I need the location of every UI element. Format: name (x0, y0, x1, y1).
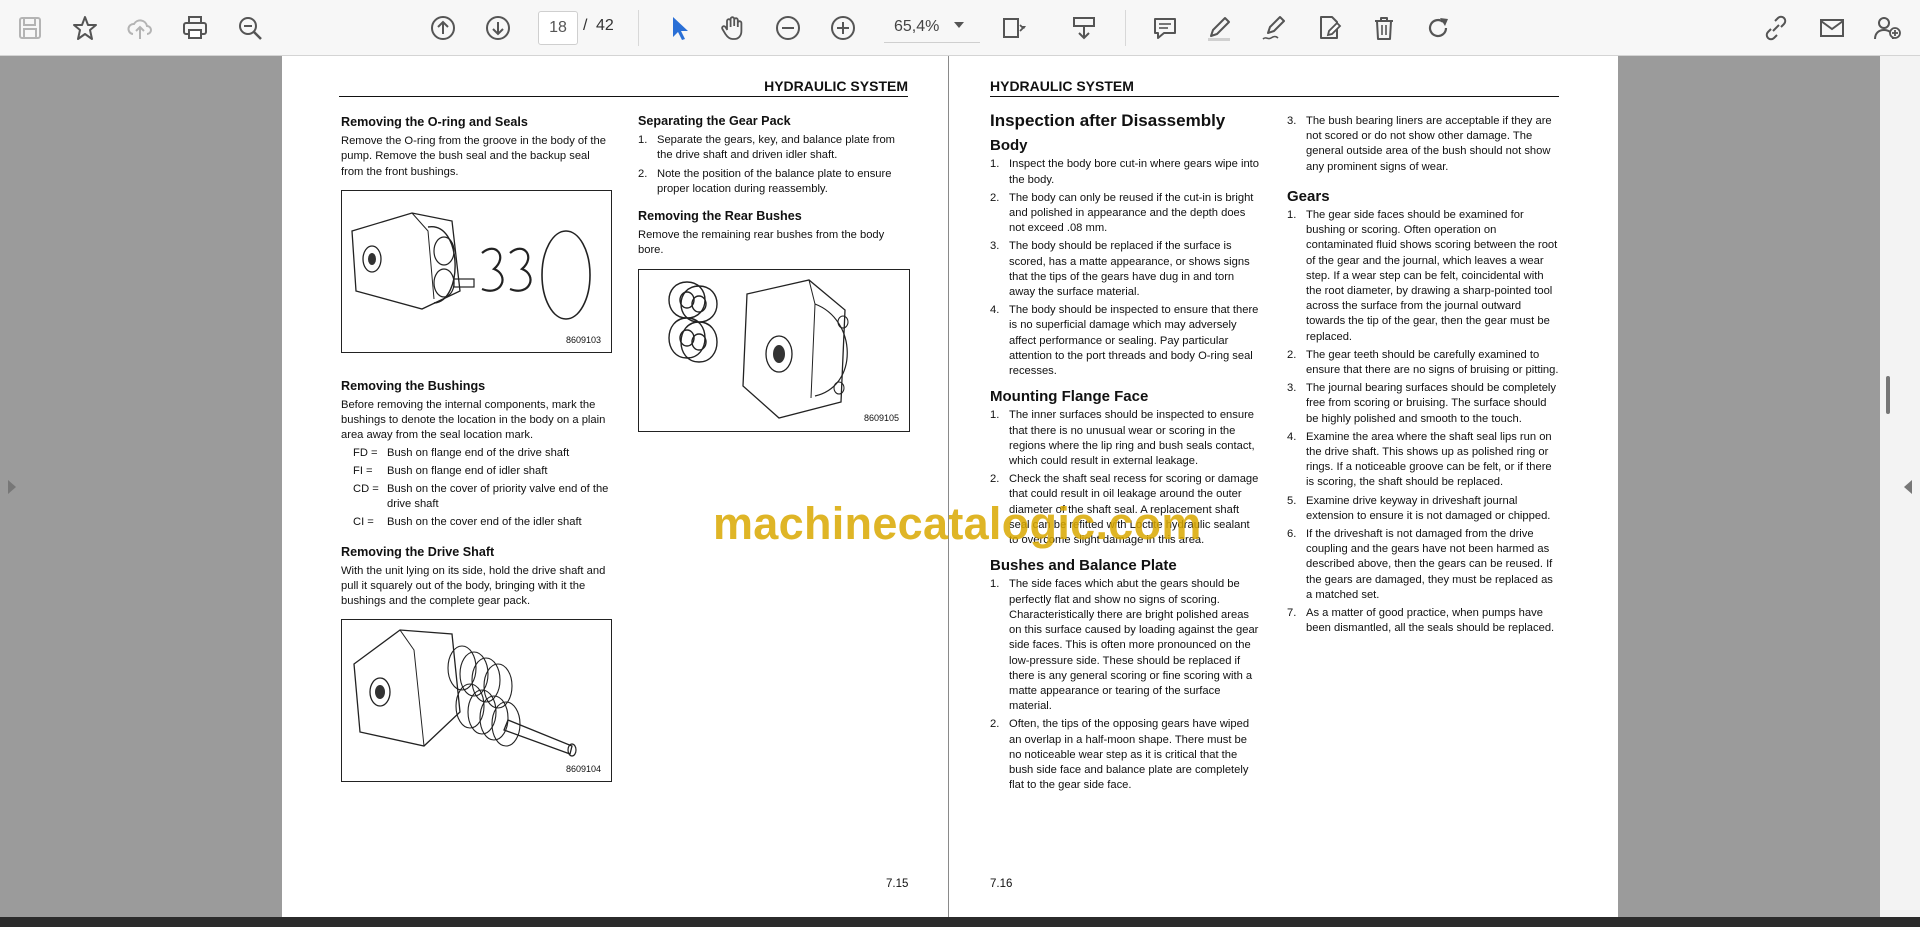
list-item: 2. The body can only be reused if the cut… (990, 191, 1254, 235)
save-icon[interactable] (10, 8, 50, 48)
vertical-scrollbar[interactable] (1880, 56, 1920, 917)
page-down-icon[interactable] (478, 8, 518, 48)
page-number-input[interactable]: 18 (538, 11, 578, 45)
list-item: 4. The body should be inspected to ensure… (990, 304, 1259, 378)
left-panel-toggle-icon[interactable] (8, 480, 16, 494)
running-header: HYDRAULIC SYSTEM (990, 78, 1559, 97)
edit-document-icon[interactable] (1309, 8, 1349, 48)
page-total: 42 (596, 17, 614, 34)
page-up-icon[interactable] (423, 8, 463, 48)
list-item: 2. Note the position of the balance plate… (638, 167, 892, 195)
paragraph: With the unit lying on its side, hold th… (341, 564, 606, 608)
numbered-list: 1. Separate the gears, key, and balance p… (638, 133, 908, 197)
section-title: Removing the Rear Bushes (638, 209, 802, 224)
left-page-column-1: Removing the O-ring and Seals Remove the… (341, 115, 613, 808)
zoom-search-icon[interactable] (230, 8, 270, 48)
viewer-margin-right (1618, 56, 1880, 917)
section-title: Body (990, 137, 1028, 155)
list-item: 1. The gear side faces should be examined… (1287, 209, 1558, 343)
figure-oring-seals: 8609103 (341, 189, 612, 353)
document-viewer[interactable]: HYDRAULIC SYSTEM Removing the O-ring and… (0, 56, 1920, 917)
list-item: FI = Bush on flange end of idler shaft (353, 464, 548, 477)
fit-page-icon[interactable] (993, 8, 1033, 48)
select-pointer-icon[interactable] (659, 8, 699, 48)
scrollbar-thumb[interactable] (1886, 376, 1890, 414)
main-title: Inspection after Disassembly (990, 111, 1226, 130)
pen-icon[interactable] (1199, 8, 1239, 48)
section-title: Removing the O-ring and Seals (341, 115, 528, 129)
paragraph: Before removing the internal components,… (341, 399, 606, 442)
numbered-list: 3. The bush bearing liners are acceptable… (1287, 114, 1559, 175)
section-title: Removing the Bushings (341, 378, 486, 393)
right-panel-toggle-icon[interactable] (1904, 480, 1912, 494)
comment-icon[interactable] (1145, 8, 1185, 48)
list-item: 2. Often, the tips of the opposing gears … (990, 718, 1250, 792)
watermark-text: machinecatalogic.com (713, 498, 1202, 549)
zoom-out-icon[interactable] (768, 8, 808, 48)
right-page-column-1: Inspection after Disassembly Body 1. Insp… (990, 111, 1262, 803)
sign-icon[interactable] (1254, 8, 1294, 48)
delete-icon[interactable] (1364, 8, 1404, 48)
list-item: 4. Examine the area where the shaft seal … (1287, 430, 1552, 489)
list-item: CD = Bush on the cover of priority valve … (353, 483, 609, 511)
bookmark-star-icon[interactable] (65, 8, 105, 48)
taskbar-strip (0, 917, 1920, 927)
zoom-in-icon[interactable] (823, 8, 863, 48)
section-title: Removing the Drive Shaft (341, 544, 495, 559)
list-item: 3. The journal bearing surfaces should be… (1287, 382, 1556, 425)
list-item: CI = Bush on the cover end of the idler s… (353, 516, 582, 529)
email-icon[interactable] (1812, 8, 1852, 48)
list-item: 6. If the driveshaft is not damaged from … (1287, 528, 1553, 601)
chevron-down-icon[interactable] (954, 22, 964, 28)
cloud-upload-icon[interactable] (120, 8, 160, 48)
figure-code: 8609105 (863, 413, 899, 424)
section-title: Separating the Gear Pack (638, 114, 791, 128)
share-link-icon[interactable] (1756, 8, 1796, 48)
list-item: 2. The gear teeth should be carefully exa… (1287, 348, 1559, 377)
figure-drive-shaft: 8609104 (341, 619, 612, 783)
page-separator: / (583, 17, 588, 34)
add-user-icon[interactable] (1867, 8, 1907, 48)
viewer-margin-left (0, 56, 282, 917)
numbered-list: 1. The gear side faces should be examined… (1287, 208, 1559, 636)
page-7-16: HYDRAULIC SYSTEM Inspection after Disass… (949, 56, 1618, 917)
list-item: 1. The inner surfaces should be inspected… (990, 409, 1255, 468)
list-item: FD = Bush on flange end of the drive shaf… (353, 446, 570, 459)
redo-icon[interactable] (1418, 8, 1458, 48)
hand-pan-icon[interactable] (713, 8, 753, 48)
list-item: 3. The bush bearing liners are acceptable… (1287, 115, 1552, 173)
page-7-15: HYDRAULIC SYSTEM Removing the O-ring and… (282, 56, 948, 917)
pdf-toolbar: 18 / 42 65,4% (0, 0, 1920, 56)
section-title: Bushes and Balance Plate (990, 557, 1177, 575)
figure-code: 8609104 (565, 764, 601, 775)
numbered-list: 1. The side faces which abut the gears sh… (990, 577, 1262, 793)
left-page-column-2: Separating the Gear Pack 1. Separate the … (638, 114, 910, 458)
figure-rear-bushes: 8609105 (638, 268, 910, 432)
list-item: 1. Inspect the body bore cut-in where gea… (990, 158, 1259, 186)
list-item: 7. As a matter of good practice, when pum… (1287, 607, 1555, 635)
page-number: 7.15 (886, 878, 909, 890)
list-item: 3. The body should be replaced if the sur… (990, 240, 1250, 299)
list-item: 1. The side faces which abut the gears sh… (990, 578, 1259, 713)
paragraph: Remove the remaining rear bushes from th… (638, 229, 885, 257)
figure-code: 8609103 (565, 334, 601, 345)
list-item: 1. Separate the gears, key, and balance p… (638, 134, 895, 162)
print-icon[interactable] (175, 8, 215, 48)
page-number: 7.16 (990, 878, 1013, 890)
section-title: Mounting Flange Face (990, 388, 1149, 406)
numbered-list: 1. Inspect the body bore cut-in where gea… (990, 157, 1262, 379)
running-header: HYDRAULIC SYSTEM (339, 78, 908, 97)
paragraph: Remove the O-ring from the groove in the… (341, 135, 606, 178)
right-page-column-2: 3. The bush bearing liners are acceptable… (1287, 114, 1559, 647)
zoom-level-select[interactable]: 65,4% (884, 11, 980, 43)
list-item: 5. Examine drive keyway in driveshaft jou… (1287, 494, 1551, 522)
scroll-mode-icon[interactable] (1064, 8, 1104, 48)
bushing-code-list: FD = Bush on flange end of the drive shaf… (353, 446, 613, 531)
section-title: Gears (1287, 187, 1330, 205)
